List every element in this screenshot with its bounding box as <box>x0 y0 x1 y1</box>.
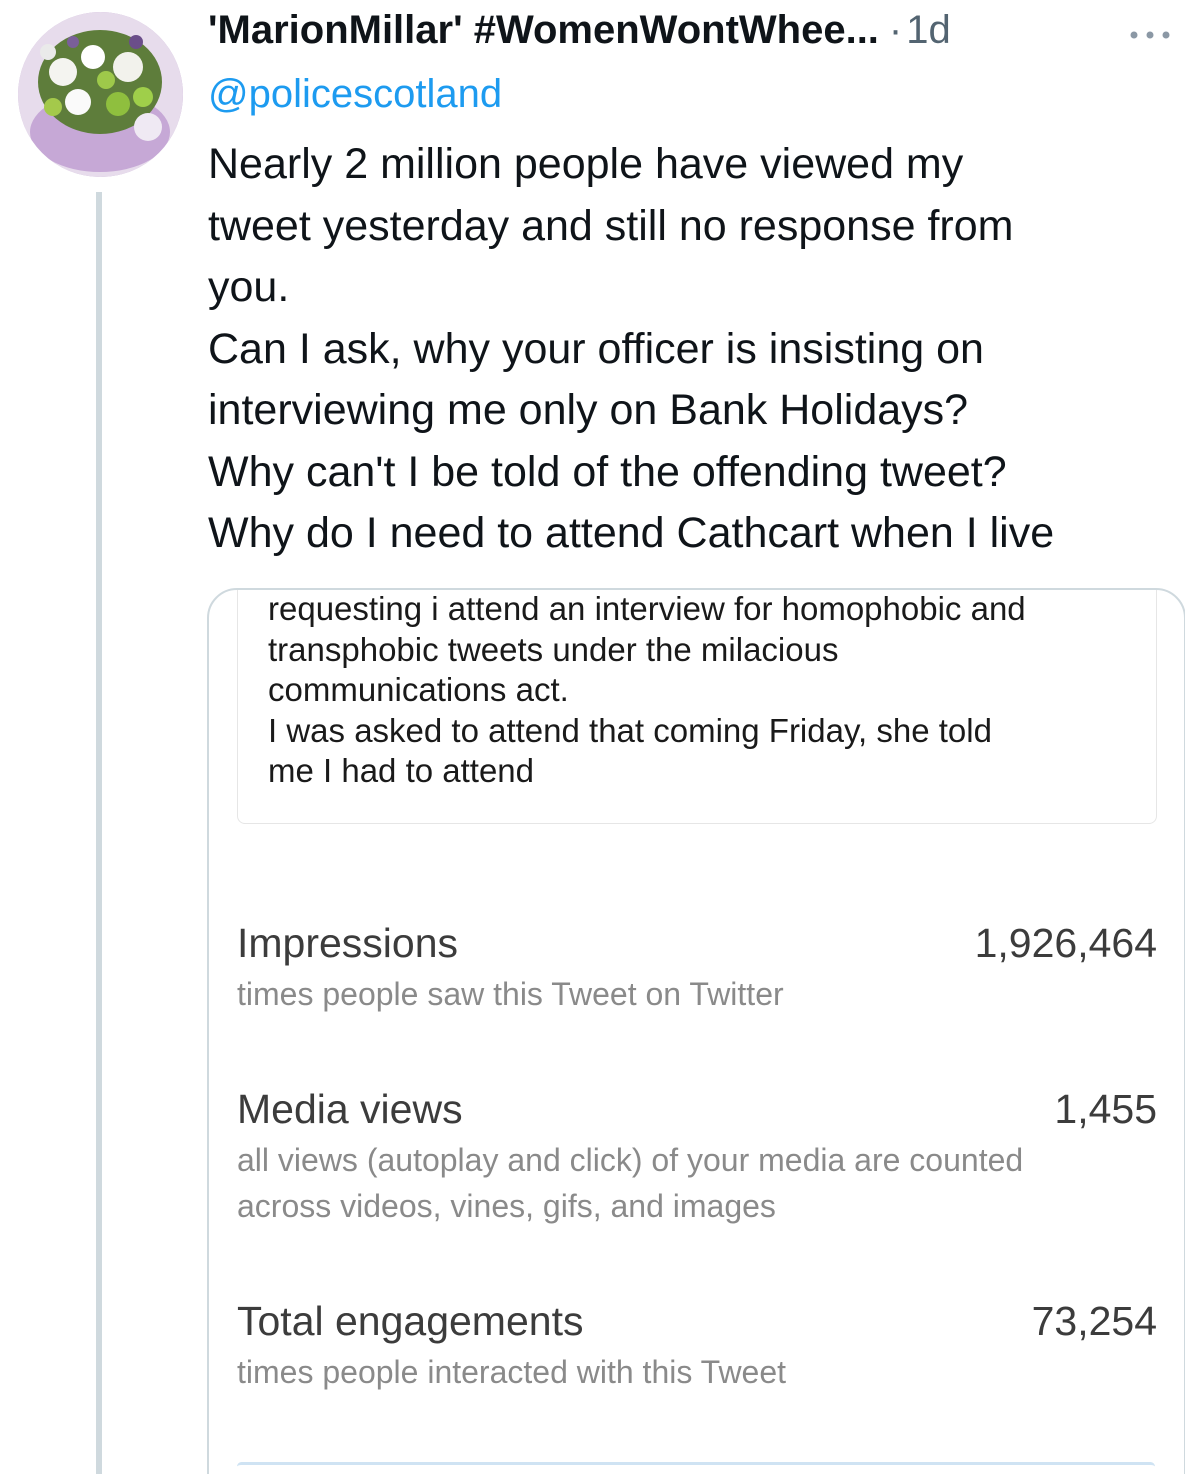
quoted-text-line: requesting i attend an interview for hom… <box>268 590 1026 627</box>
stat-media-views: Media views 1,455 all views (autoplay an… <box>237 1086 1157 1229</box>
tweet-text: Nearly 2 million people have viewed my t… <box>208 134 1183 565</box>
stat-description: times people interacted with this Tweet <box>237 1349 1157 1395</box>
quoted-text-box: requesting i attend an interview for hom… <box>237 590 1157 824</box>
stat-impressions: Impressions 1,926,464 times people saw t… <box>237 920 1157 1017</box>
display-name[interactable]: 'MarionMillar' #WomenWontWhee... <box>208 8 879 53</box>
separator-dot: · <box>888 8 903 52</box>
stat-description: times people saw this Tweet on Twitter <box>237 971 1157 1017</box>
more-horizontal-icon[interactable] <box>1128 26 1172 44</box>
stat-value: 73,254 <box>1031 1298 1157 1344</box>
tweet-text-line: Why do I need to attend Cathcart when I … <box>208 509 1055 557</box>
quoted-text-line: me I had to attend <box>268 752 535 790</box>
tweet-text-line: Nearly 2 million people have viewed my <box>208 140 964 188</box>
timestamp[interactable]: 1d <box>906 8 951 53</box>
tweet-page: 'MarionMillar' #WomenWontWhee... · 1d @p… <box>0 0 1185 1474</box>
tweet-text-line: interviewing me only on Bank Holidays? <box>208 386 969 434</box>
stat-value: 1,455 <box>1054 1086 1157 1132</box>
bouquet-avatar-image <box>18 12 183 177</box>
stat-description-line: times people saw this Tweet on Twitter <box>237 976 784 1012</box>
quoted-text-line: I was asked to attend that coming Friday… <box>268 711 992 749</box>
stat-label: Media views <box>237 1086 463 1132</box>
media-bottom-edge <box>237 1462 1155 1471</box>
tweet-text-line: Why can't I be told of the offending twe… <box>208 447 1007 496</box>
avatar[interactable] <box>18 12 183 177</box>
quoted-text-line: transphobic tweets under the milacious <box>268 630 839 668</box>
stat-description: all views (autoplay and click) of your m… <box>237 1137 1157 1229</box>
thread-line <box>96 192 102 1474</box>
stat-description-line: across videos, vines, gifs, and images <box>237 1188 776 1224</box>
stat-value: 1,926,464 <box>974 920 1157 966</box>
quoted-text: requesting i attend an interview for hom… <box>268 590 1148 792</box>
tweet-header: 'MarionMillar' #WomenWontWhee... · 1d <box>208 8 951 66</box>
tweet-text-line: you. <box>208 263 290 311</box>
stat-label: Total engagements <box>237 1298 584 1344</box>
mention-link[interactable]: @policescotland <box>208 72 502 117</box>
stat-total-engagements: Total engagements 73,254 times people in… <box>237 1298 1157 1395</box>
stat-description-line: all views (autoplay and click) of your m… <box>237 1142 1024 1178</box>
quoted-text-line: communications act. <box>268 671 569 709</box>
stat-description-line: times people interacted with this Tweet <box>237 1354 787 1390</box>
tweet-text-line: tweet yesterday and still no response fr… <box>208 201 1014 250</box>
stat-label: Impressions <box>237 920 459 966</box>
media-attachment[interactable]: requesting i attend an interview for hom… <box>207 588 1185 1474</box>
tweet-text-line: Can I ask, why your officer is insisting… <box>208 324 984 373</box>
